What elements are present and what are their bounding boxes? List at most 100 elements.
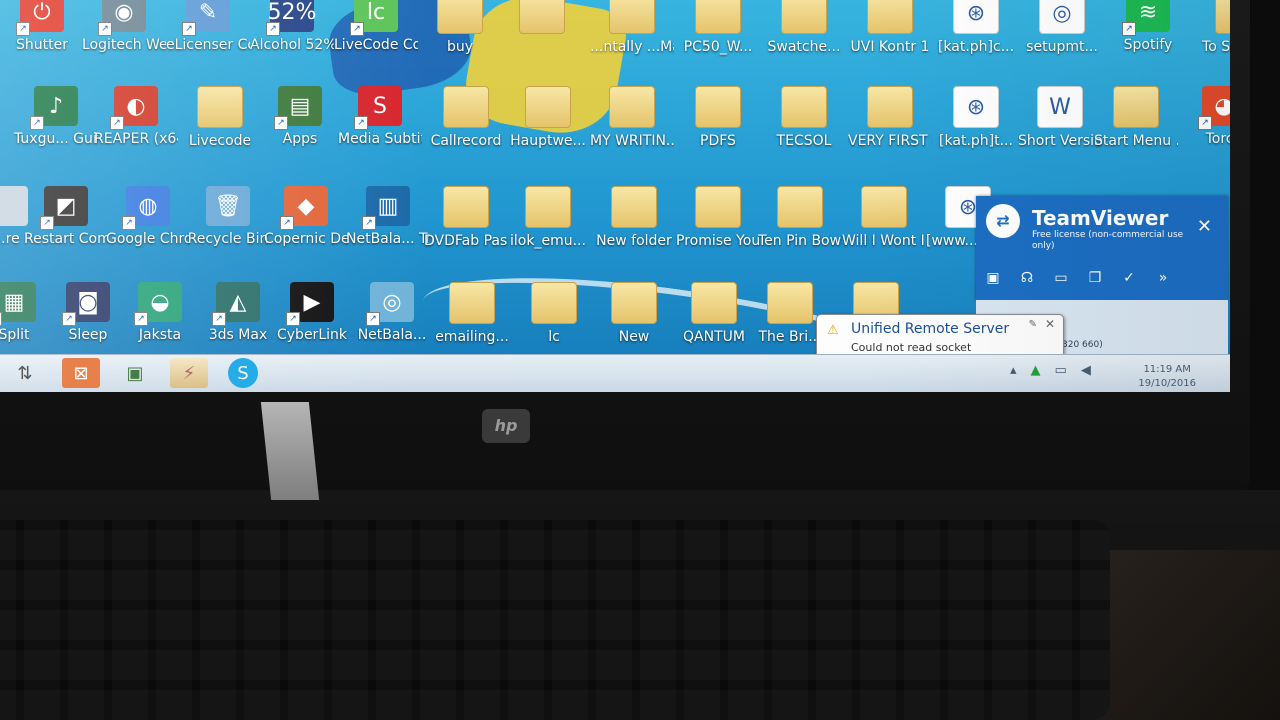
desktop-icon-to-sounder[interactable]: To Sounde xyxy=(1196,0,1230,57)
folder-icon xyxy=(443,186,489,228)
desktop-icon-folder-yellow[interactable] xyxy=(500,0,584,38)
desktop-icon-kat-torrent-1[interactable]: ⊛ [kat.ph]c... xyxy=(934,0,1018,57)
video-icon[interactable]: ▣ xyxy=(984,270,1002,288)
desktop-icon-logitech-webcam[interactable]: ◉Logitech Webca... xyxy=(82,0,166,55)
desktop-icon-label: New xyxy=(618,329,650,345)
folder-icon xyxy=(1215,0,1230,34)
desktop-icon-google-chrome[interactable]: ◍Google Chrome xyxy=(106,186,190,249)
desktop-icon-spotify[interactable]: ≋Spotify xyxy=(1106,0,1190,55)
desktop-icon-kat-torrent-2[interactable]: ⊛ [kat.ph]t... xyxy=(934,86,1018,151)
desktop-icon-uvi-kontrol[interactable]: UVI Kontr 1 xyxy=(848,0,932,57)
folder-icon xyxy=(611,186,657,228)
livecode-community-icon: lc xyxy=(350,0,398,36)
copernic-desktop-icon: ◆ xyxy=(280,186,328,230)
desktop-icon-cyberlink[interactable]: ▶CyberLink xyxy=(270,282,354,345)
desktop-icon-label: TECSOL xyxy=(776,133,832,149)
desktop-icon-label: Will I Wont I P... xyxy=(842,233,926,249)
desktop-icon-short-version[interactable]: W Short Version ... xyxy=(1018,86,1102,151)
desktop-icon-hauptwerk[interactable]: Hauptwe... xyxy=(506,86,590,151)
desktop-icon-livecode-community[interactable]: lcLiveCode Commu... xyxy=(334,0,418,55)
network-icon[interactable]: ▲ xyxy=(1031,363,1041,378)
desktop-icon-label: Shutter xyxy=(16,37,68,53)
expand-icon[interactable]: » xyxy=(1154,270,1172,288)
folder-icon xyxy=(609,86,655,128)
desktop-icon-very-first-ko[interactable]: VERY FIRST KO... xyxy=(848,86,932,151)
folder-icon xyxy=(867,86,913,128)
pin-icon[interactable]: ✎ xyxy=(1029,319,1037,330)
desktop-icon-netbalancer-tray[interactable]: ▥NetBala... Tray xyxy=(346,186,430,249)
desktop-icon-my-writing[interactable]: MY WRITIN... xyxy=(590,86,674,151)
shutter-icon: ⏻ xyxy=(16,0,64,36)
desktop-icon-start-menu[interactable]: Start Menu ... xyxy=(1094,86,1178,151)
folder-icon xyxy=(691,282,737,324)
desktop-icon-new[interactable]: New xyxy=(592,282,676,347)
desktop-icon-netbalancer[interactable]: ◎NetBala... xyxy=(350,282,434,345)
headset-icon[interactable]: ☊ xyxy=(1018,270,1036,288)
desktop-icon-setupmt[interactable]: ◎ setupmt... xyxy=(1020,0,1104,57)
desktop-icon-tuxguitar[interactable]: ♪Tuxgu... Guitar... xyxy=(14,86,98,149)
desktop-icon-pc50[interactable]: PC50_W... xyxy=(676,0,760,57)
close-icon[interactable]: ✕ xyxy=(1197,216,1212,237)
desktop-icon-copernic-desktop[interactable]: ◆Copernic Deskto... xyxy=(264,186,348,249)
split-icon: ▦ xyxy=(0,282,36,326)
desktop-icon-dvdfab-passkey[interactable]: DVDFab Passke... xyxy=(424,186,508,251)
desktop-icon-elicenser-control[interactable]: ✎eLicenser Control... xyxy=(166,0,250,55)
taskbar-app-monitor[interactable]: ▣ xyxy=(116,358,154,388)
close-icon[interactable]: ✕ xyxy=(1045,317,1055,331)
folder-icon xyxy=(781,86,827,128)
desktop-icon-promise-yourself[interactable]: Promise Yourself ... xyxy=(676,186,760,251)
taskbar-app-tools[interactable]: ⚡ xyxy=(170,358,208,388)
desktop-icon-mentally-matt[interactable]: ...ntally ...Matt xyxy=(590,0,674,57)
desktop-icon-reaper[interactable]: ◐REAPER (x64) xyxy=(94,86,178,149)
desktop-icon-swatches[interactable]: Swatche... xyxy=(762,0,846,57)
volume-icon[interactable]: ◀ xyxy=(1081,363,1091,378)
desktop-icon-recycle-bin[interactable]: 🗑 Recycle Bin xyxy=(186,186,270,249)
desktop-icon-label: MY WRITIN... xyxy=(590,133,674,149)
desktop-icon-label: NetBala... Tray xyxy=(346,231,430,247)
desktop-icon-media-subtitler[interactable]: SMedia Subtitler xyxy=(338,86,422,149)
desktop-icon-callrecord[interactable]: Callrecord xyxy=(424,86,508,151)
folder-icon xyxy=(861,186,907,228)
apps-icon: ▤ xyxy=(274,86,322,130)
folder-icon xyxy=(695,186,741,228)
desktop-icon-ilok-emu[interactable]: ilok_emu... xyxy=(506,186,590,251)
folder-icon xyxy=(867,0,913,34)
taskbar-app-sort[interactable]: ⇅ xyxy=(6,358,44,388)
desktop-icon-livecode-folder[interactable]: Livecode xyxy=(178,86,262,151)
desktop-icon-emailing[interactable]: emailing... xyxy=(430,282,514,347)
desktop-icon-ten-pin-bowling[interactable]: Ten Pin Bowling xyxy=(758,186,842,251)
desktop-icon-qantum[interactable]: QANTUM xyxy=(672,282,756,347)
desktop-icon-alcohol-52[interactable]: 52%Alcohol 52% xyxy=(250,0,334,55)
whiteboard-icon[interactable]: ✓ xyxy=(1120,270,1138,288)
show-hidden-icons-icon[interactable]: ▴ xyxy=(1010,363,1017,378)
taskbar-app-skype[interactable]: S xyxy=(228,358,258,388)
desktop-icon-label: 3ds Max xyxy=(208,327,268,343)
desktop-icon-label: buy xyxy=(446,39,474,55)
desktop-icon-new-folder[interactable]: New folder xyxy=(592,186,676,251)
desktop-icon-label: VERY FIRST KO... xyxy=(848,133,932,149)
teamviewer-panel[interactable]: ⇄ TeamViewer Free license (non-commercia… xyxy=(976,196,1228,300)
desktop-icon-buy[interactable]: buy xyxy=(418,0,502,57)
taskbar-app-xampp[interactable]: ⊠ xyxy=(62,358,100,388)
folder-icon xyxy=(525,86,571,128)
desktop-icon-lc[interactable]: lc xyxy=(512,282,596,347)
desktop-icon-torch[interactable]: ◕Torch xyxy=(1182,86,1230,149)
display-icon[interactable]: ▭ xyxy=(1055,363,1067,378)
teamviewer-logo-icon: ⇄ xyxy=(986,204,1020,238)
desktop-icon-pdfs[interactable]: PDFS xyxy=(676,86,760,151)
files-icon[interactable]: ❐ xyxy=(1086,270,1104,288)
desktop-icon-will-i-wont[interactable]: Will I Wont I P... xyxy=(842,186,926,251)
desktop-icon-label: ilok_emu... xyxy=(510,233,586,249)
desktop-icon-restart-computer[interactable]: ◩Restart Computer xyxy=(24,186,108,249)
clock[interactable]: 11:19 AM 19/10/2016 xyxy=(1138,363,1196,391)
desktop-icon-apps[interactable]: ▤Apps xyxy=(258,86,342,149)
folder-icon xyxy=(767,282,813,324)
3ds-max-icon: ◭ xyxy=(212,282,260,326)
desktop-icon-3ds-max[interactable]: ◭3ds Max xyxy=(196,282,280,345)
chat-icon[interactable]: ▭ xyxy=(1052,270,1070,288)
desktop-icon-tecsol[interactable]: TECSOL xyxy=(762,86,846,151)
desktop-icon-jaksta[interactable]: ◒Jaksta xyxy=(118,282,202,345)
torch-icon: ◕ xyxy=(1198,86,1230,130)
desktop-icon-shutter[interactable]: ⏻Shutter xyxy=(0,0,84,55)
folder-icon xyxy=(611,282,657,324)
